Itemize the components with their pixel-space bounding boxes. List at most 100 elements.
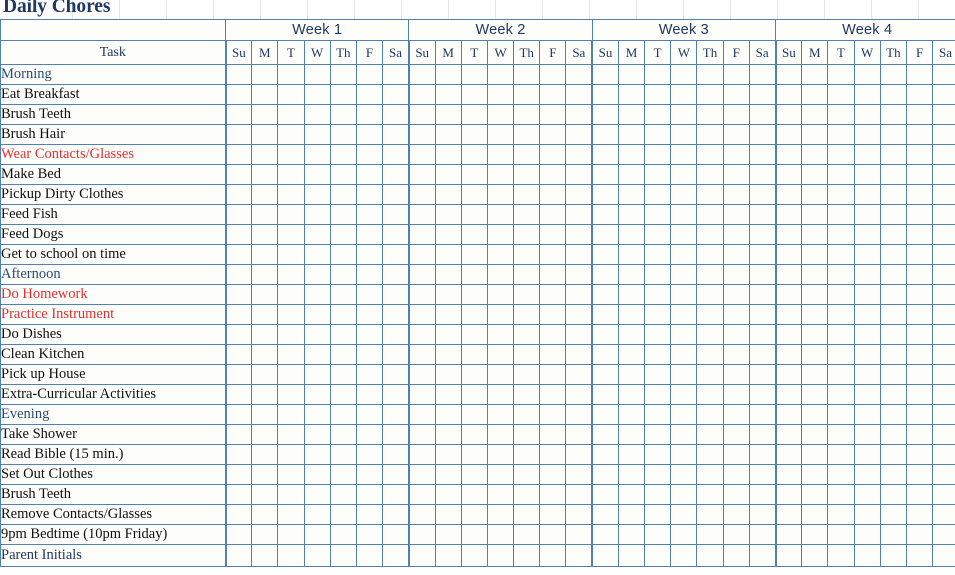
checkbox-cell-w1-su[interactable] [224, 284, 253, 305]
checkbox-cell-w2-f[interactable] [539, 84, 567, 105]
checkbox-cell-w3-th[interactable] [696, 204, 724, 225]
checkbox-cell-w3-sa[interactable] [748, 164, 777, 185]
checkbox-cell-w4-sa[interactable] [932, 444, 955, 465]
checkbox-cell-w2-sa[interactable] [565, 464, 594, 485]
checkbox-cell-w4-su[interactable] [774, 124, 803, 145]
checkbox-cell-w2-sa[interactable] [565, 444, 594, 465]
checkbox-cell-w3-sa[interactable] [748, 464, 777, 485]
checkbox-cell-w4-t[interactable] [827, 104, 855, 125]
checkbox-cell-w4-th[interactable] [879, 424, 907, 445]
checkbox-cell-w1-t[interactable] [277, 184, 305, 205]
checkbox-cell-w3-sa[interactable] [748, 84, 777, 105]
checkbox-cell-w2-f[interactable] [539, 344, 567, 365]
checkbox-cell-w4-w[interactable] [853, 384, 881, 405]
checkbox-cell-w3-su[interactable] [591, 284, 619, 305]
checkbox-cell-w1-t[interactable] [277, 104, 305, 125]
checkbox-cell-w2-th[interactable] [513, 84, 541, 105]
checkbox-cell-w4-m[interactable] [801, 164, 829, 185]
checkbox-cell-w2-sa[interactable] [565, 184, 594, 205]
checkbox-cell-w2-w[interactable] [486, 284, 515, 305]
checkbox-cell-w4-su[interactable] [774, 284, 803, 305]
checkbox-cell-w1-sa[interactable] [382, 244, 410, 265]
checkbox-cell-w4-w[interactable] [853, 104, 881, 125]
checkbox-cell-w4-sa[interactable] [932, 384, 955, 405]
checkbox-cell-w3-th[interactable] [696, 364, 724, 385]
checkbox-cell-w2-f[interactable] [539, 284, 567, 305]
checkbox-cell-w3-th[interactable] [696, 384, 724, 405]
checkbox-cell-w4-sa[interactable] [932, 164, 955, 185]
checkbox-cell-w4-m[interactable] [801, 104, 829, 125]
checkbox-cell-w1-th[interactable] [329, 204, 357, 225]
checkbox-cell-w1-sa[interactable] [382, 144, 410, 165]
checkbox-cell-w2-w[interactable] [486, 204, 515, 225]
checkbox-cell-w1-th[interactable] [329, 144, 357, 165]
checkbox-cell-w3-su[interactable] [591, 344, 619, 365]
checkbox-cell-w3-su[interactable] [591, 104, 619, 125]
checkbox-cell-w2-t[interactable] [460, 344, 488, 365]
checkbox-cell-w3-w[interactable] [670, 444, 698, 465]
parent-initials-cell-w4-w[interactable] [853, 544, 881, 567]
checkbox-cell-w1-t[interactable] [277, 144, 305, 165]
checkbox-cell-w1-f[interactable] [355, 244, 384, 265]
checkbox-cell-w1-m[interactable] [251, 424, 279, 445]
checkbox-cell-w1-w[interactable] [303, 524, 331, 545]
checkbox-cell-w4-t[interactable] [827, 444, 855, 465]
checkbox-cell-w4-m[interactable] [801, 204, 829, 225]
checkbox-cell-w1-sa[interactable] [382, 464, 410, 485]
checkbox-cell-w2-m[interactable] [434, 304, 462, 325]
checkbox-cell-w4-m[interactable] [801, 344, 829, 365]
checkbox-cell-w4-f[interactable] [905, 344, 934, 365]
checkbox-cell-w1-m[interactable] [251, 244, 279, 265]
checkbox-cell-w3-f[interactable] [722, 364, 750, 385]
checkbox-cell-w3-sa[interactable] [748, 484, 777, 505]
checkbox-cell-w3-t[interactable] [644, 224, 672, 245]
checkbox-cell-w4-m[interactable] [801, 484, 829, 505]
checkbox-cell-w3-su[interactable] [591, 444, 619, 465]
checkbox-cell-w4-f[interactable] [905, 324, 934, 345]
checkbox-cell-w1-th[interactable] [329, 344, 357, 365]
checkbox-cell-w3-su[interactable] [591, 484, 619, 505]
checkbox-cell-w2-t[interactable] [460, 84, 488, 105]
checkbox-cell-w1-su[interactable] [224, 424, 253, 445]
checkbox-cell-w3-th[interactable] [696, 104, 724, 125]
checkbox-cell-w4-th[interactable] [879, 244, 907, 265]
checkbox-cell-w2-w[interactable] [486, 444, 515, 465]
checkbox-cell-w4-w[interactable] [853, 244, 881, 265]
checkbox-cell-w2-su[interactable] [407, 164, 436, 185]
checkbox-cell-w3-m[interactable] [617, 464, 646, 485]
checkbox-cell-w4-t[interactable] [827, 304, 855, 325]
checkbox-cell-w4-t[interactable] [827, 524, 855, 545]
checkbox-cell-w3-t[interactable] [644, 144, 672, 165]
checkbox-cell-w4-th[interactable] [879, 284, 907, 305]
checkbox-cell-w4-m[interactable] [801, 364, 829, 385]
checkbox-cell-w2-su[interactable] [407, 444, 436, 465]
checkbox-cell-w4-w[interactable] [853, 184, 881, 205]
checkbox-cell-w3-th[interactable] [696, 224, 724, 245]
checkbox-cell-w1-w[interactable] [303, 344, 331, 365]
checkbox-cell-w2-su[interactable] [407, 244, 436, 265]
checkbox-cell-w4-f[interactable] [905, 124, 934, 145]
checkbox-cell-w1-th[interactable] [329, 444, 357, 465]
checkbox-cell-w2-th[interactable] [513, 204, 541, 225]
checkbox-cell-w2-f[interactable] [539, 304, 567, 325]
checkbox-cell-w1-sa[interactable] [382, 324, 410, 345]
checkbox-cell-w2-w[interactable] [486, 504, 515, 525]
parent-initials-cell-w4-th[interactable] [879, 544, 907, 567]
checkbox-cell-w1-f[interactable] [355, 424, 384, 445]
checkbox-cell-w4-su[interactable] [774, 184, 803, 205]
checkbox-cell-w1-f[interactable] [355, 384, 384, 405]
checkbox-cell-w4-m[interactable] [801, 504, 829, 525]
checkbox-cell-w1-sa[interactable] [382, 424, 410, 445]
checkbox-cell-w4-su[interactable] [774, 344, 803, 365]
checkbox-cell-w2-su[interactable] [407, 144, 436, 165]
checkbox-cell-w1-th[interactable] [329, 84, 357, 105]
checkbox-cell-w3-m[interactable] [617, 524, 646, 545]
checkbox-cell-w2-th[interactable] [513, 384, 541, 405]
checkbox-cell-w4-sa[interactable] [932, 84, 955, 105]
checkbox-cell-w4-th[interactable] [879, 504, 907, 525]
checkbox-cell-w4-t[interactable] [827, 184, 855, 205]
checkbox-cell-w2-t[interactable] [460, 204, 488, 225]
checkbox-cell-w4-th[interactable] [879, 444, 907, 465]
checkbox-cell-w2-t[interactable] [460, 164, 488, 185]
checkbox-cell-w1-sa[interactable] [382, 524, 410, 545]
